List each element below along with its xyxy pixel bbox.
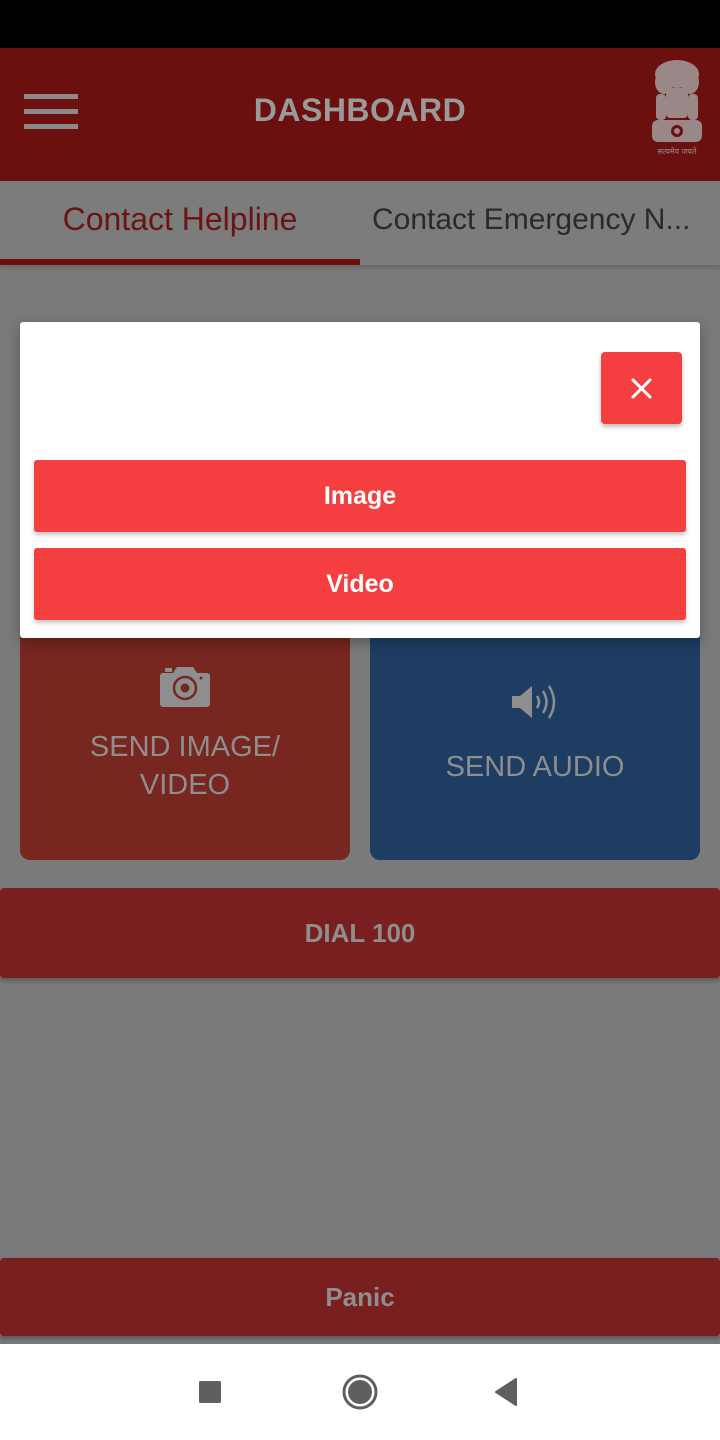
tab-label: Contact Emergency N... [372, 203, 691, 236]
media-type-dialog: Image Video [20, 322, 700, 638]
page-title: DASHBOARD [253, 92, 467, 128]
panic-button[interactable]: Panic [0, 1258, 720, 1336]
emblem-caption: सत्यमेव जयते [657, 147, 697, 156]
speaker-icon [512, 685, 556, 719]
close-button[interactable] [601, 352, 682, 424]
recent-apps-icon[interactable] [185, 1368, 235, 1418]
status-bar [0, 0, 720, 48]
back-icon[interactable] [482, 1368, 532, 1418]
dial-100-button[interactable]: DIAL 100 [0, 888, 720, 978]
app-bar: DASHBOARD सत्यमेव जयते [0, 48, 720, 181]
tile-label: SEND IMAGE/ VIDEO [89, 731, 281, 801]
system-nav-bar [0, 1344, 720, 1440]
home-icon[interactable] [335, 1368, 385, 1418]
send-image-video-tile[interactable]: SEND IMAGE/ VIDEO [20, 620, 350, 860]
tab-indicator [0, 259, 360, 265]
camera-icon [160, 667, 210, 707]
close-icon [631, 378, 652, 399]
tab-bar: Contact Helpline Contact Emergency N... [0, 181, 720, 265]
image-option-button[interactable]: Image [34, 460, 686, 532]
tab-contact-helpline[interactable]: Contact Helpline [0, 181, 360, 265]
tab-contact-emergency[interactable]: Contact Emergency N... [360, 181, 720, 265]
send-audio-tile[interactable]: SEND AUDIO [370, 620, 700, 860]
tab-label: Contact Helpline [62, 201, 298, 237]
video-option-button[interactable]: Video [34, 548, 686, 620]
tile-label: SEND AUDIO [445, 751, 625, 783]
